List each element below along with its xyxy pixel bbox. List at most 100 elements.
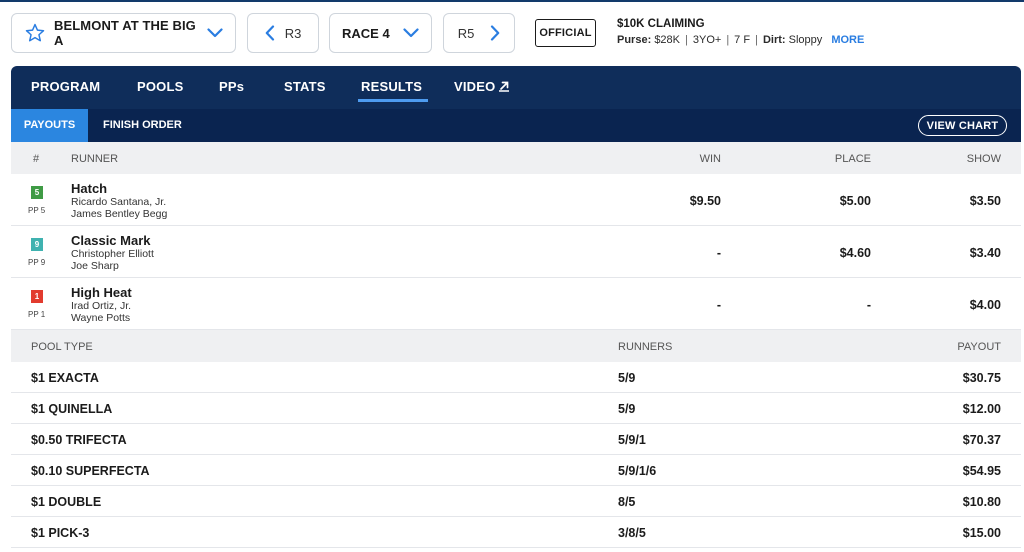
next-race-button[interactable]: R5 xyxy=(443,13,515,53)
table-row[interactable]: 9 PP 9 Classic Mark Christopher Elliott … xyxy=(11,226,1021,278)
trainer-name: James Bentley Begg xyxy=(71,208,168,220)
pp-label: PP 9 xyxy=(28,258,46,267)
jockey-name: Ricardo Santana, Jr. xyxy=(71,196,167,208)
surface-label: Dirt: xyxy=(762,34,786,46)
runner-name: Classic Mark xyxy=(71,233,151,248)
pool-payout: $10.80 xyxy=(962,495,1001,509)
pool-payout: $30.75 xyxy=(962,371,1001,385)
pool-runners: 8/5 xyxy=(618,495,636,509)
list-item: $1 QUINELLA 5/9 $12.00 xyxy=(11,393,1021,424)
subtab-finish-order[interactable]: FINISH ORDER xyxy=(88,109,197,142)
table-row[interactable]: 5 PP 5 Hatch Ricardo Santana, Jr. James … xyxy=(11,174,1021,226)
next-race-label: R5 xyxy=(457,25,475,41)
tab-results[interactable]: RESULTS xyxy=(357,79,429,102)
purse-label: Purse: xyxy=(617,34,652,46)
distance-value: 7 F xyxy=(734,34,751,46)
star-icon[interactable] xyxy=(24,22,46,44)
race-header: BELMONT AT THE BIG A R3 RACE 4 R5 OFFICI… xyxy=(0,0,1024,64)
view-chart-button[interactable]: VIEW CHART xyxy=(918,115,1007,136)
header-payout: PAYOUT xyxy=(957,341,1001,353)
pp-badge: 1 xyxy=(31,290,43,303)
pool-runners: 5/9 xyxy=(618,371,636,385)
table-row[interactable]: 1 PP 1 High Heat Irad Ortiz, Jr. Wayne P… xyxy=(11,278,1021,330)
win-payout: - xyxy=(716,298,721,312)
list-item: $1 DOUBLE 8/5 $10.80 xyxy=(11,486,1021,517)
pool-runners: 5/9/1/6 xyxy=(618,464,657,478)
age-value: 3YO+ xyxy=(692,34,722,46)
runner-name: Hatch xyxy=(71,181,108,196)
top-rule xyxy=(0,0,1024,2)
pool-payout: $70.37 xyxy=(962,433,1001,447)
chevron-down-icon xyxy=(207,28,223,38)
pool-type: $0.50 TRIFECTA xyxy=(31,433,127,447)
pool-runners: 5/9 xyxy=(618,402,636,416)
header-runner: RUNNER xyxy=(71,153,119,165)
header-win: WIN xyxy=(699,153,721,165)
track-name: BELMONT AT THE BIG A xyxy=(54,18,196,48)
race-nav-panel: PROGRAM POOLS PPs STATS RESULTS VIDEO PA… xyxy=(11,66,1021,142)
trainer-name: Joe Sharp xyxy=(71,260,119,272)
pp-label: PP 1 xyxy=(28,310,46,319)
tab-program[interactable]: PROGRAM xyxy=(31,79,100,94)
race-info: $10K CLAIMING Purse: $28K | 3YO+ | 7 F | Dirt:… xyxy=(617,18,864,46)
prev-race-label: R3 xyxy=(284,25,302,41)
results-subtabs: PAYOUTS FINISH ORDER VIEW CHART xyxy=(11,109,1021,142)
prev-race-button[interactable]: R3 xyxy=(247,13,319,53)
header-place: PLACE xyxy=(834,153,871,165)
race-meta: Purse: $28K | 3YO+ | 7 F | Dirt: Sloppy MORE xyxy=(617,34,865,46)
pool-payout: $15.00 xyxy=(962,526,1001,540)
jockey-name: Christopher Elliott xyxy=(71,248,154,260)
list-item: $1 EXACTA 5/9 $30.75 xyxy=(11,362,1021,393)
pool-runners: 3/8/5 xyxy=(618,526,646,540)
tab-pps[interactable]: PPs xyxy=(219,79,244,94)
race-select[interactable]: RACE 4 xyxy=(329,13,432,53)
show-payout: $3.40 xyxy=(969,246,1001,260)
race-name: RACE 4 xyxy=(342,25,390,41)
pp-badge: 9 xyxy=(31,238,43,251)
place-payout: - xyxy=(866,298,871,312)
pool-runners: 5/9/1 xyxy=(618,433,646,447)
pool-payout: $54.95 xyxy=(962,464,1001,478)
runner-table-header: # RUNNER WIN PLACE SHOW xyxy=(11,142,1021,174)
pp-label: PP 5 xyxy=(28,206,46,215)
pool-type: $1 DOUBLE xyxy=(31,495,102,509)
jockey-name: Irad Ortiz, Jr. xyxy=(71,300,132,312)
chevron-left-icon xyxy=(265,25,275,41)
pool-type: $0.10 SUPERFECTA xyxy=(31,464,150,478)
pool-type: $1 EXACTA xyxy=(31,371,99,385)
pp-badge: 5 xyxy=(31,186,43,199)
place-payout: $4.60 xyxy=(839,246,871,260)
show-payout: $4.00 xyxy=(969,298,1001,312)
race-title: $10K CLAIMING xyxy=(617,18,705,30)
place-payout: $5.00 xyxy=(839,194,871,208)
header-show: SHOW xyxy=(966,153,1001,165)
header-runners: RUNNERS xyxy=(618,341,673,353)
list-item: $0.50 TRIFECTA 5/9/1 $70.37 xyxy=(11,424,1021,455)
surface-value: Sloppy xyxy=(788,34,823,46)
header-num: # xyxy=(33,153,40,165)
purse-value: $28K xyxy=(654,34,681,46)
status-badge: OFFICIAL xyxy=(535,19,596,47)
header-pool-type: POOL TYPE xyxy=(31,341,93,353)
tab-stats[interactable]: STATS xyxy=(284,79,326,94)
chevron-right-icon xyxy=(490,25,500,41)
win-payout: - xyxy=(716,246,721,260)
race-tabs: PROGRAM POOLS PPs STATS RESULTS VIDEO xyxy=(11,66,1021,107)
show-payout: $3.50 xyxy=(969,194,1001,208)
tab-pools[interactable]: POOLS xyxy=(137,79,184,94)
win-payout: $9.50 xyxy=(689,194,721,208)
more-link[interactable]: MORE xyxy=(831,34,864,46)
external-link-icon xyxy=(498,80,510,95)
list-item: $0.10 SUPERFECTA 5/9/1/6 $54.95 xyxy=(11,455,1021,486)
pool-payout: $12.00 xyxy=(962,402,1001,416)
trainer-name: Wayne Potts xyxy=(71,312,131,324)
pool-table-header: POOL TYPE RUNNERS PAYOUT xyxy=(11,330,1021,362)
tab-video[interactable]: VIDEO xyxy=(454,79,510,95)
pool-type: $1 PICK-3 xyxy=(31,526,90,540)
track-select[interactable]: BELMONT AT THE BIG A xyxy=(11,13,236,53)
runner-name: High Heat xyxy=(71,285,132,300)
subtab-payouts[interactable]: PAYOUTS xyxy=(11,109,88,142)
pool-type: $1 QUINELLA xyxy=(31,402,113,416)
list-item: $1 PICK-3 3/8/5 $15.00 xyxy=(11,517,1021,548)
tab-video-label: VIDEO xyxy=(454,79,496,94)
